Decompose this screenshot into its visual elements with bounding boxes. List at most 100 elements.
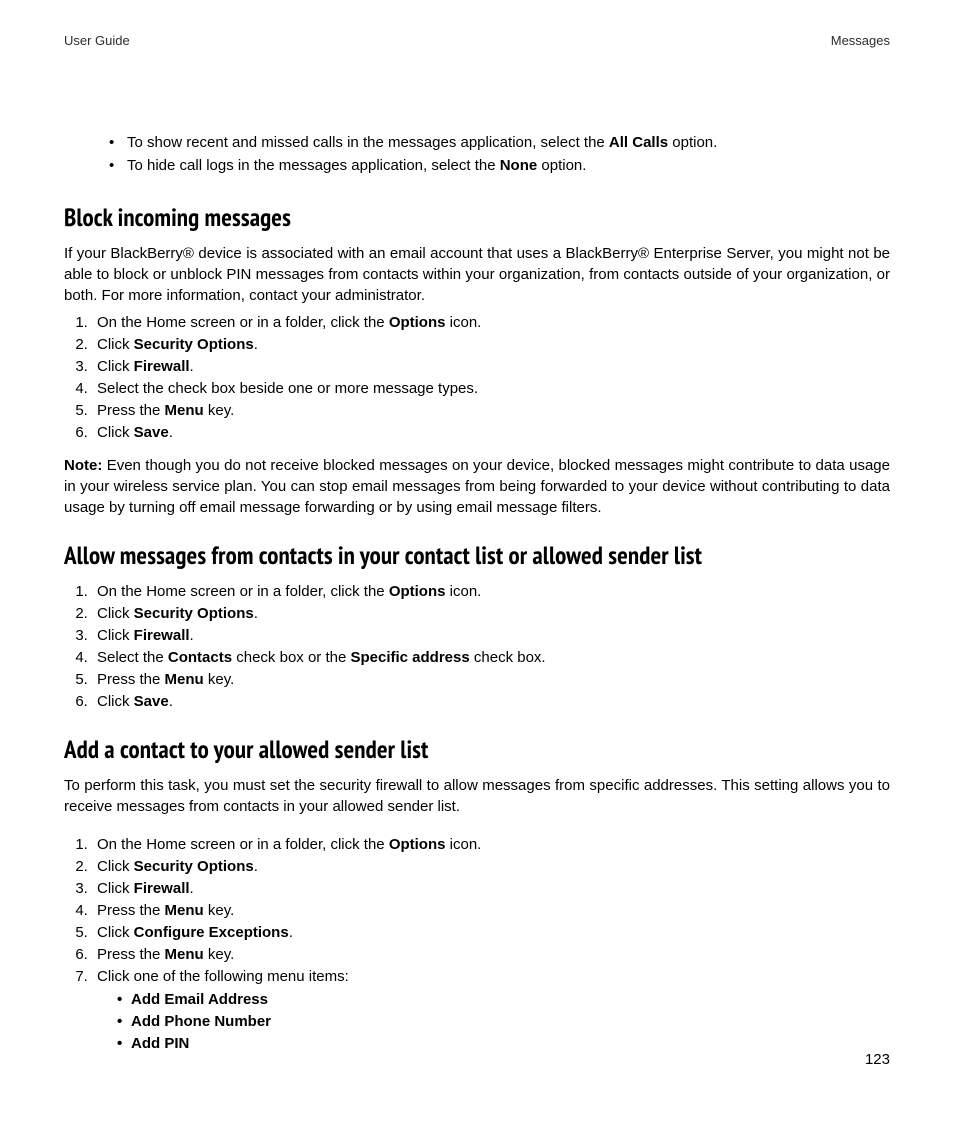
text: icon. (445, 583, 481, 600)
heading-add-contact: Add a contact to your allowed sender lis… (64, 732, 890, 767)
text: On the Home screen or in a folder, click… (97, 314, 389, 331)
note: Note: Even though you do not receive blo… (64, 455, 890, 518)
step-item: Click Firewall. (92, 625, 890, 646)
step-item: Click one of the following menu items: A… (92, 966, 890, 1054)
text: Click one of the following menu items: (97, 968, 349, 985)
text: check box or the (232, 649, 350, 666)
text: On the Home screen or in a folder, click… (97, 836, 389, 853)
bold-text: Add Email Address (131, 991, 268, 1008)
text: option. (668, 134, 717, 151)
bold-text: Add Phone Number (131, 1013, 271, 1030)
page-number: 123 (865, 1049, 890, 1070)
text: Press the (97, 946, 165, 963)
sub-bullet-list: Add Email Address Add Phone Number Add P… (117, 989, 890, 1054)
bold-text: Menu (165, 402, 204, 419)
bold-text: Security Options (134, 605, 254, 622)
text: Click (97, 424, 134, 441)
text: . (190, 358, 194, 375)
step-item: Click Security Options. (92, 603, 890, 624)
text: Press the (97, 902, 165, 919)
heading-block-incoming: Block incoming messages (64, 200, 890, 235)
text: key. (204, 946, 235, 963)
text: Click (97, 336, 134, 353)
step-item: On the Home screen or in a folder, click… (92, 834, 890, 855)
paragraph: To perform this task, you must set the s… (64, 775, 890, 817)
intro-bullet: To hide call logs in the messages applic… (109, 155, 890, 176)
header-right: Messages (831, 32, 890, 50)
bold-text: Security Options (134, 858, 254, 875)
bold-text: Menu (165, 671, 204, 688)
step-item: Press the Menu key. (92, 900, 890, 921)
step-item: Select the check box beside one or more … (92, 378, 890, 399)
step-item: Press the Menu key. (92, 400, 890, 421)
bold-text: Options (389, 314, 446, 331)
text: Click (97, 880, 134, 897)
step-item: Click Configure Exceptions. (92, 922, 890, 943)
bold-text: All Calls (609, 134, 668, 151)
text: Click (97, 358, 134, 375)
step-item: On the Home screen or in a folder, click… (92, 581, 890, 602)
sub-bullet: Add PIN (117, 1033, 890, 1054)
steps-allow: On the Home screen or in a folder, click… (64, 581, 890, 712)
text: Press the (97, 402, 165, 419)
bold-text: Configure Exceptions (134, 924, 289, 941)
sub-bullet: Add Phone Number (117, 1011, 890, 1032)
bold-text: Firewall (134, 358, 190, 375)
bold-text: Contacts (168, 649, 232, 666)
intro-bullet-list: To show recent and missed calls in the m… (109, 132, 890, 176)
bold-text: Options (389, 583, 446, 600)
sub-bullet: Add Email Address (117, 989, 890, 1010)
bold-text: Menu (165, 902, 204, 919)
bold-text: Save (134, 693, 169, 710)
heading-allow-messages: Allow messages from contacts in your con… (64, 538, 890, 573)
text: key. (204, 671, 235, 688)
text: Click (97, 693, 134, 710)
intro-bullet: To show recent and missed calls in the m… (109, 132, 890, 153)
text: . (254, 336, 258, 353)
bold-text: Add PIN (131, 1035, 189, 1052)
text: key. (204, 902, 235, 919)
bold-text: None (500, 157, 538, 174)
bold-text: Specific address (350, 649, 469, 666)
text: Click (97, 858, 134, 875)
text: . (289, 924, 293, 941)
step-item: Click Save. (92, 422, 890, 443)
note-label: Note: (64, 457, 102, 474)
page: User Guide Messages To show recent and m… (0, 0, 954, 1104)
bold-text: Security Options (134, 336, 254, 353)
step-item: Select the Contacts check box or the Spe… (92, 647, 890, 668)
step-item: Click Security Options. (92, 334, 890, 355)
step-item: Click Save. (92, 691, 890, 712)
text: Click (97, 605, 134, 622)
steps-block: On the Home screen or in a folder, click… (64, 312, 890, 443)
text: . (254, 858, 258, 875)
text: check box. (470, 649, 546, 666)
text: . (190, 880, 194, 897)
text: Press the (97, 671, 165, 688)
text: icon. (445, 314, 481, 331)
text: . (169, 693, 173, 710)
text: . (169, 424, 173, 441)
text: Click (97, 627, 134, 644)
text: On the Home screen or in a folder, click… (97, 583, 389, 600)
bold-text: Firewall (134, 880, 190, 897)
text: icon. (445, 836, 481, 853)
text: Select the check box beside one or more … (97, 380, 478, 397)
paragraph: If your BlackBerry® device is associated… (64, 243, 890, 306)
text: . (190, 627, 194, 644)
bold-text: Options (389, 836, 446, 853)
step-item: Click Firewall. (92, 356, 890, 377)
bold-text: Firewall (134, 627, 190, 644)
text: To hide call logs in the messages applic… (127, 157, 500, 174)
bold-text: Save (134, 424, 169, 441)
step-item: Press the Menu key. (92, 944, 890, 965)
bold-text: Menu (165, 946, 204, 963)
text: Select the (97, 649, 168, 666)
text: . (254, 605, 258, 622)
text: Click (97, 924, 134, 941)
header-left: User Guide (64, 32, 130, 50)
step-item: Press the Menu key. (92, 669, 890, 690)
text: option. (537, 157, 586, 174)
steps-add: On the Home screen or in a folder, click… (64, 834, 890, 1054)
note-text: Even though you do not receive blocked m… (64, 457, 890, 516)
